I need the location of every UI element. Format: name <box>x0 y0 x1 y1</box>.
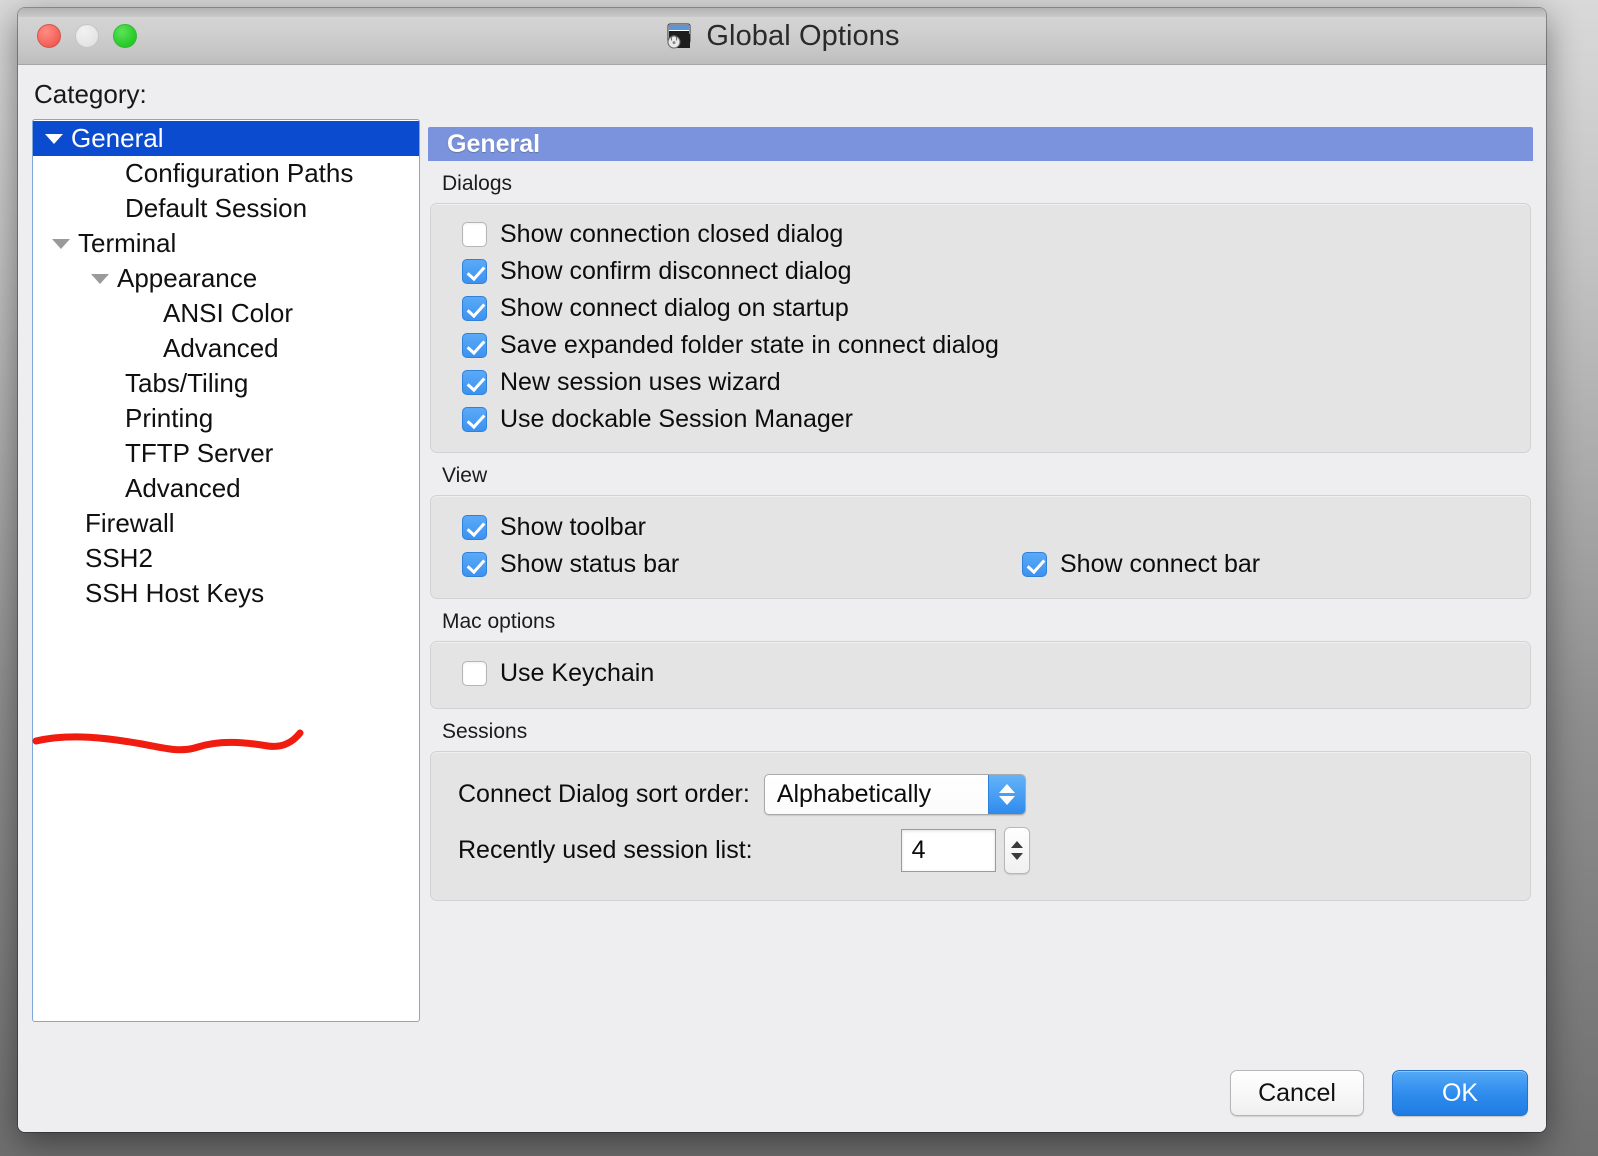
view-groupbox: Show toolbar Show status bar Show connec… <box>430 495 1531 599</box>
checkbox-row-save-expanded-folder-state[interactable]: Save expanded folder state in connect di… <box>431 327 1530 364</box>
checkbox-label: Show connect dialog on startup <box>500 294 849 322</box>
sidebar-item-label: ANSI Color <box>163 298 294 328</box>
checkbox-show-toolbar[interactable] <box>462 515 487 540</box>
checkbox-row-show-connect-dialog-on-startup[interactable]: Show connect dialog on startup <box>431 290 1530 327</box>
dialog-footer: Cancel OK <box>1230 1070 1528 1116</box>
checkbox-row-use-dockable-session-manager[interactable]: Use dockable Session Manager <box>431 401 1530 438</box>
window-titlebar: Global Options <box>18 8 1546 65</box>
checkbox-label: Show toolbar <box>500 513 646 541</box>
checkbox-label: Show connection closed dialog <box>500 220 844 248</box>
sessions-group-title: Sessions <box>442 720 528 743</box>
window-body: Category: General Configuration Paths De… <box>18 65 1546 1132</box>
checkbox-row-use-keychain[interactable]: Use Keychain <box>431 655 1530 692</box>
checkbox-label: Show confirm disconnect dialog <box>500 257 852 285</box>
sidebar-item-label: Advanced <box>163 333 279 363</box>
sidebar-item-printing[interactable]: Printing <box>33 401 419 436</box>
checkbox-show-connection-closed-dialog[interactable] <box>462 222 487 247</box>
checkbox-row-show-toolbar[interactable]: Show toolbar <box>431 509 1530 546</box>
panel-header-label: General <box>447 129 541 158</box>
sidebar-item-tabs-tiling[interactable]: Tabs/Tiling <box>33 366 419 401</box>
checkbox-label: Use dockable Session Manager <box>500 405 853 433</box>
recently-used-session-list-input[interactable]: 4 <box>900 828 996 872</box>
sidebar-item-appearance[interactable]: Appearance <box>33 261 419 296</box>
sidebar-item-appearance-advanced[interactable]: Advanced <box>33 331 419 366</box>
sidebar-item-ssh-host-keys[interactable]: SSH Host Keys <box>33 576 419 611</box>
sidebar-item-label: SSH2 <box>85 543 153 573</box>
checkbox-show-status-bar[interactable] <box>462 552 487 577</box>
dialogs-group-title: Dialogs <box>442 172 513 195</box>
connect-dialog-sort-order-select[interactable]: Alphabetically <box>763 773 1026 815</box>
checkbox-row-new-session-uses-wizard[interactable]: New session uses wizard <box>431 364 1530 401</box>
sidebar-item-default-session[interactable]: Default Session <box>33 191 419 226</box>
app-window-lock-icon <box>667 23 691 49</box>
checkbox-label: Use Keychain <box>500 659 655 687</box>
sidebar-item-firewall[interactable]: Firewall <box>33 506 419 541</box>
checkbox-show-connect-dialog-on-startup[interactable] <box>462 296 487 321</box>
sort-order-row: Connect Dialog sort order: Alphabeticall… <box>431 766 1530 822</box>
checkbox-use-dockable-session-manager[interactable] <box>462 407 487 432</box>
sidebar-item-general[interactable]: General <box>33 121 419 156</box>
zoom-window-button[interactable] <box>113 24 137 48</box>
checkbox-row-show-confirm-disconnect-dialog[interactable]: Show confirm disconnect dialog <box>431 253 1530 290</box>
cancel-button[interactable]: Cancel <box>1230 1070 1364 1116</box>
sidebar-item-label: Advanced <box>125 473 241 503</box>
chevron-updown-icon[interactable] <box>987 774 1025 814</box>
sidebar-item-label: Appearance <box>117 263 258 293</box>
sidebar-item-label: General <box>71 123 164 153</box>
sidebar-item-terminal-advanced[interactable]: Advanced <box>33 471 419 506</box>
chevron-down-icon[interactable] <box>89 273 111 284</box>
minimize-window-button[interactable] <box>75 24 99 48</box>
category-label: Category: <box>34 79 147 109</box>
checkbox-label: Save expanded folder state in connect di… <box>500 331 999 359</box>
chevron-down-icon[interactable] <box>50 238 72 249</box>
traffic-lights <box>37 24 137 48</box>
sidebar-item-label: Firewall <box>85 508 175 538</box>
checkbox-label: Show connect bar <box>1060 550 1261 578</box>
checkbox-row-show-status-bar[interactable]: Show status bar <box>431 546 1530 583</box>
category-panel: Category: General Configuration Paths De… <box>32 79 420 1022</box>
ok-button[interactable]: OK <box>1392 1070 1528 1116</box>
checkbox-save-expanded-folder-state[interactable] <box>462 333 487 358</box>
category-tree[interactable]: General Configuration Paths Default Sess… <box>32 119 420 1022</box>
checkbox-show-confirm-disconnect-dialog[interactable] <box>462 259 487 284</box>
sidebar-item-label: Configuration Paths <box>125 158 354 188</box>
sidebar-item-label: Default Session <box>125 193 308 223</box>
dialogs-groupbox: Show connection closed dialog Show confi… <box>430 203 1531 453</box>
global-options-window: Global Options Category: General Configu… <box>18 8 1546 1132</box>
checkbox-label: Show status bar <box>500 550 680 578</box>
mac-options-group-title: Mac options <box>442 610 556 633</box>
checkbox-label: New session uses wizard <box>500 368 781 396</box>
close-window-button[interactable] <box>37 24 61 48</box>
settings-panel: General Dialogs Show connection closed d… <box>428 127 1533 901</box>
recently-used-session-list-stepper[interactable] <box>1003 826 1030 874</box>
checkbox-new-session-uses-wizard[interactable] <box>462 370 487 395</box>
sidebar-item-label: Printing <box>125 403 214 433</box>
recent-session-list-row: Recently used session list: 4 <box>431 822 1530 878</box>
sidebar-item-label: Terminal <box>78 228 177 258</box>
checkbox-use-keychain[interactable] <box>462 661 487 686</box>
sidebar-item-terminal[interactable]: Terminal <box>33 226 419 261</box>
mac-options-groupbox: Use Keychain <box>430 641 1531 709</box>
sidebar-item-configuration-paths[interactable]: Configuration Paths <box>33 156 419 191</box>
recent-session-list-label: Recently used session list: <box>458 835 753 864</box>
chevron-down-icon[interactable] <box>43 133 65 144</box>
window-title: Global Options <box>706 19 900 52</box>
sessions-groupbox: Connect Dialog sort order: Alphabeticall… <box>430 751 1531 901</box>
sidebar-item-label: SSH Host Keys <box>85 578 265 608</box>
sidebar-item-label: Tabs/Tiling <box>125 368 249 398</box>
checkbox-show-connect-bar[interactable] <box>1022 552 1047 577</box>
select-value: Alphabetically <box>776 779 932 808</box>
sidebar-item-label: TFTP Server <box>125 438 274 468</box>
sidebar-item-ssh2[interactable]: SSH2 <box>33 541 419 576</box>
sidebar-item-tftp-server[interactable]: TFTP Server <box>33 436 419 471</box>
panel-header: General <box>428 127 1533 161</box>
view-group-title: View <box>442 464 488 487</box>
sort-order-label: Connect Dialog sort order: <box>458 779 750 808</box>
checkbox-row-show-connection-closed-dialog[interactable]: Show connection closed dialog <box>431 216 1530 253</box>
sidebar-item-ansi-color[interactable]: ANSI Color <box>33 296 419 331</box>
checkbox-row-show-connect-bar[interactable]: Show connect bar <box>991 546 1260 583</box>
